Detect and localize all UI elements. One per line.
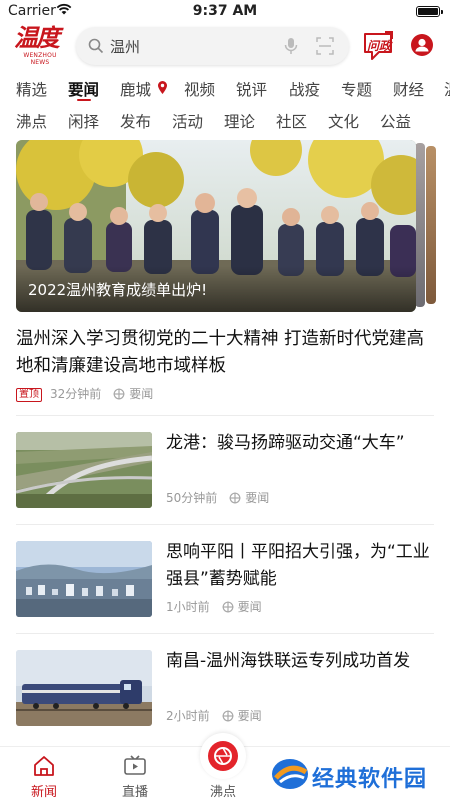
nav-news[interactable]: 新闻	[14, 747, 74, 800]
search-input[interactable]: 温州	[76, 27, 349, 65]
headline-time: 32分钟前	[50, 387, 102, 401]
logo-subtext: WENZHOU NEWS	[23, 52, 57, 66]
news-title: 南昌-温州海铁联运专列成功首发	[166, 651, 411, 671]
nav-live-label: 直播	[121, 785, 148, 800]
nav-feidian-label: 沸点	[209, 785, 236, 800]
tab-wen[interactable]: 温	[444, 78, 450, 100]
news-time: 50分钟前	[166, 491, 218, 505]
battery-icon	[416, 6, 443, 17]
news-channel: 要闻	[245, 491, 270, 505]
location-pin-icon	[157, 80, 168, 99]
channel-icon	[222, 710, 234, 726]
home-icon	[32, 755, 56, 781]
tab-shipin[interactable]: 视频	[184, 78, 215, 100]
channel-tabs: 精选 要闻 鹿城 视频 锐评 战疫 专题 财经 温	[0, 78, 450, 102]
headline-channel: 要闻	[129, 387, 154, 401]
news-time: 1小时前	[166, 600, 210, 614]
tab-yaowen[interactable]: 要闻	[68, 78, 99, 100]
tab-caijing[interactable]: 财经	[393, 78, 424, 100]
tab-lucheng[interactable]: 鹿城	[120, 78, 151, 100]
tab-gongyi[interactable]: 公益	[380, 110, 411, 132]
channel-icon	[229, 492, 241, 508]
tab-jingxuan[interactable]: 精选	[16, 78, 47, 100]
wenzheng-button[interactable]: 问政	[361, 30, 395, 62]
news-channel: 要闻	[237, 709, 262, 723]
tab-zhanyi[interactable]: 战疫	[289, 78, 320, 100]
user-avatar-icon[interactable]	[411, 34, 433, 56]
news-title: 龙港：骏马扬蹄驱动交通“大车”	[166, 433, 405, 453]
logo-text: 温度	[14, 23, 60, 52]
status-bar: Carrier 9:37 AM	[0, 0, 450, 24]
tab-shequ[interactable]: 社区	[276, 110, 307, 132]
divider	[16, 633, 434, 634]
list-item[interactable]: 思响平阳丨平阳招大引强，为“工业强县”蓄势赋能 1小时前 要闻	[0, 541, 450, 619]
active-tab-indicator	[77, 99, 91, 101]
nav-feidian[interactable]: 沸点	[193, 747, 253, 800]
news-thumbnail	[16, 650, 152, 726]
news-thumbnail	[16, 432, 152, 508]
news-time: 2小时前	[166, 709, 210, 723]
watermark-text: 经典软件园	[312, 767, 428, 792]
banner-image[interactable]: 2022温州教育成绩单出炉!	[16, 140, 416, 312]
tab-feidian[interactable]: 沸点	[16, 110, 47, 132]
tab-ruiping[interactable]: 锐评	[236, 78, 267, 100]
bottom-nav: 新闻 直播 沸点 经典软件园	[0, 733, 450, 800]
list-item[interactable]: 南昌-温州海铁联运专列成功首发 2小时前 要闻	[0, 650, 450, 728]
news-meta: 50分钟前 要闻	[166, 490, 269, 506]
news-meta: 2小时前 要闻	[166, 708, 262, 724]
news-channel: 要闻	[237, 600, 262, 614]
tab-xianze[interactable]: 闲择	[68, 110, 99, 132]
tab-fabu[interactable]: 发布	[120, 110, 151, 132]
search-value: 温州	[110, 38, 141, 56]
nav-live[interactable]: 直播	[105, 747, 165, 800]
tab-zhuanti[interactable]: 专题	[341, 78, 372, 100]
headline-title[interactable]: 温州深入学习贯彻党的二十大精神 打造新时代党建高地和清廉建设高地市域样板	[16, 326, 434, 380]
news-title: 思响平阳丨平阳招大引强，为“工业强县”蓄势赋能	[166, 542, 430, 589]
channel-icon	[222, 601, 234, 617]
clock: 9:37 AM	[192, 3, 258, 19]
news-meta: 1小时前 要闻	[166, 599, 262, 615]
tab-huodong[interactable]: 活动	[172, 110, 203, 132]
carousel-next-card	[415, 143, 425, 307]
tab-wenhua[interactable]: 文化	[328, 110, 359, 132]
divider	[16, 524, 434, 525]
search-icon	[88, 38, 104, 58]
nav-news-label: 新闻	[30, 785, 57, 800]
tab-lilun[interactable]: 理论	[224, 110, 255, 132]
app-header: 温度 WENZHOU NEWS 温州 问政	[0, 24, 450, 68]
microphone-icon[interactable]	[284, 37, 298, 59]
headline-meta: 置顶 32分钟前 要闻	[16, 386, 153, 402]
app-logo[interactable]: 温度 WENZHOU NEWS	[14, 24, 66, 68]
banner-caption: 2022温州教育成绩单出炉!	[28, 281, 208, 299]
channel-icon	[113, 388, 125, 404]
list-item[interactable]: 龙港：骏马扬蹄驱动交通“大车” 50分钟前 要闻	[0, 432, 450, 510]
watermark-logo: 经典软件园	[266, 753, 450, 795]
wenzheng-label: 问政	[367, 39, 392, 53]
carousel-next-card	[426, 146, 436, 304]
scan-icon[interactable]	[316, 37, 334, 59]
pinned-badge: 置顶	[16, 388, 42, 402]
divider	[16, 415, 434, 416]
channel-tabs-secondary: 沸点 闲择 发布 活动 理论 社区 文化 公益	[0, 110, 450, 134]
news-thumbnail	[16, 541, 152, 617]
banner-carousel[interactable]: 2022温州教育成绩单出炉!	[16, 140, 436, 312]
live-video-icon	[123, 755, 147, 781]
